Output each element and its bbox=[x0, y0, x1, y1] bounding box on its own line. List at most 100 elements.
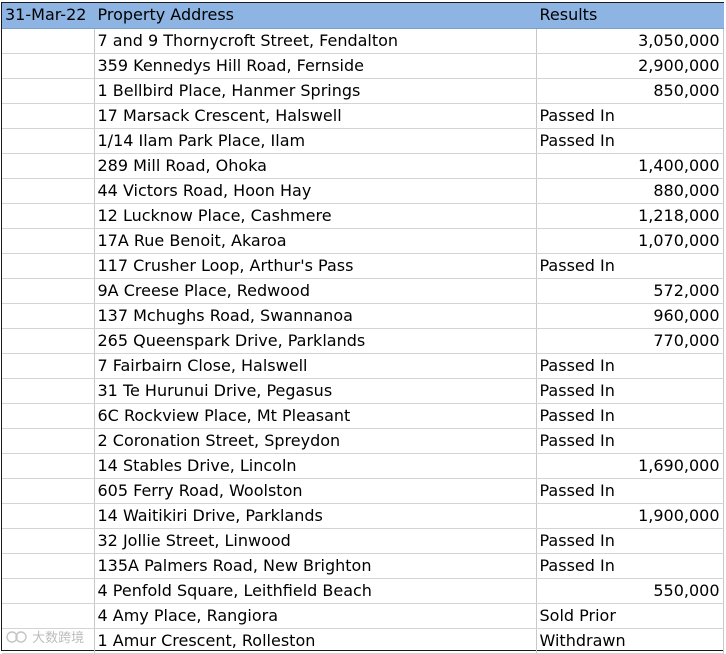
address-header-cell[interactable]: Property Address bbox=[94, 3, 537, 29]
result-cell[interactable]: Sold Prior bbox=[536, 603, 724, 629]
header-row: 31-Mar-22 Property Address Results bbox=[2, 3, 724, 29]
address-cell[interactable]: 17 Marsack Crescent, Halswell bbox=[94, 103, 537, 129]
result-cell[interactable]: Passed In bbox=[536, 528, 724, 554]
result-cell[interactable]: Passed In bbox=[536, 428, 724, 454]
result-cell[interactable]: Passed In bbox=[536, 553, 724, 579]
date-cell[interactable] bbox=[2, 603, 95, 629]
result-cell[interactable]: 1,400,000 bbox=[536, 153, 724, 179]
result-cell[interactable]: Passed In bbox=[536, 403, 724, 429]
table-row: 1 Bellbird Place, Hanmer Springs 850,000 bbox=[2, 78, 724, 104]
address-cell[interactable]: 12 Lucknow Place, Cashmere bbox=[94, 203, 537, 229]
address-cell[interactable]: 1 Bellbird Place, Hanmer Springs bbox=[94, 78, 537, 104]
table-row: 1/14 Ilam Park Place, Ilam Passed In bbox=[2, 128, 724, 154]
table-row: 4 Penfold Square, Leithfield Beach 550,00… bbox=[2, 578, 724, 604]
result-cell[interactable]: 1,690,000 bbox=[536, 453, 724, 479]
date-cell[interactable] bbox=[2, 278, 95, 304]
address-cell[interactable]: 359 Kennedys Hill Road, Fernside bbox=[94, 53, 537, 79]
result-cell[interactable]: Passed In bbox=[536, 103, 724, 129]
date-cell[interactable] bbox=[2, 503, 95, 529]
address-cell[interactable]: 7 and 9 Thornycroft Street, Fendalton bbox=[94, 28, 537, 54]
result-cell[interactable]: 1,900,000 bbox=[536, 503, 724, 529]
result-cell[interactable]: 550,000 bbox=[536, 578, 724, 604]
auction-results-table: 31-Mar-22 Property Address Results 7 and… bbox=[2, 3, 724, 654]
table-row: 44 Victors Road, Hoon Hay 880,000 bbox=[2, 178, 724, 204]
address-cell[interactable]: 135A Palmers Road, New Brighton bbox=[94, 553, 537, 579]
date-cell[interactable] bbox=[2, 353, 95, 379]
date-cell[interactable] bbox=[2, 153, 95, 179]
date-cell[interactable] bbox=[2, 453, 95, 479]
table-row: 605 Ferry Road, Woolston Passed In bbox=[2, 478, 724, 504]
address-cell[interactable]: 31 Te Hurunui Drive, Pegasus bbox=[94, 378, 537, 404]
date-cell[interactable] bbox=[2, 228, 95, 254]
result-cell[interactable]: 572,000 bbox=[536, 278, 724, 304]
result-cell[interactable]: Passed In bbox=[536, 253, 724, 279]
date-cell[interactable] bbox=[2, 203, 95, 229]
result-cell[interactable]: 1,218,000 bbox=[536, 203, 724, 229]
result-cell[interactable]: 850,000 bbox=[536, 78, 724, 104]
address-cell[interactable]: 9A Creese Place, Redwood bbox=[94, 278, 537, 304]
table-row: 9A Creese Place, Redwood 572,000 bbox=[2, 278, 724, 304]
address-cell[interactable]: 117 Crusher Loop, Arthur's Pass bbox=[94, 253, 537, 279]
date-cell[interactable] bbox=[2, 78, 95, 104]
result-cell[interactable]: Passed In bbox=[536, 478, 724, 504]
address-cell[interactable]: 2 Coronation Street, Spreydon bbox=[94, 428, 537, 454]
address-cell[interactable]: 265 Queenspark Drive, Parklands bbox=[94, 328, 537, 354]
result-cell[interactable]: 1,070,000 bbox=[536, 228, 724, 254]
table-row: 7 and 9 Thornycroft Street, Fendalton 3,0… bbox=[2, 28, 724, 54]
date-cell[interactable] bbox=[2, 103, 95, 129]
result-cell[interactable]: 880,000 bbox=[536, 178, 724, 204]
date-cell[interactable] bbox=[2, 178, 95, 204]
address-cell[interactable]: 14 Waitikiri Drive, Parklands bbox=[94, 503, 537, 529]
table-row: 14 Waitikiri Drive, Parklands 1,900,000 bbox=[2, 503, 724, 529]
date-cell[interactable] bbox=[2, 328, 95, 354]
date-cell[interactable] bbox=[2, 128, 95, 154]
result-cell[interactable]: 2,900,000 bbox=[536, 53, 724, 79]
address-cell[interactable]: 4 Amy Place, Rangiora bbox=[94, 603, 537, 629]
date-header-cell[interactable]: 31-Mar-22 bbox=[2, 3, 95, 29]
address-cell[interactable]: 605 Ferry Road, Woolston bbox=[94, 478, 537, 504]
result-cell[interactable]: Passed In bbox=[536, 353, 724, 379]
date-cell[interactable] bbox=[2, 403, 95, 429]
result-cell[interactable]: 770,000 bbox=[536, 328, 724, 354]
date-cell[interactable] bbox=[2, 253, 95, 279]
date-cell[interactable] bbox=[2, 553, 95, 579]
table-row: 31 Te Hurunui Drive, Pegasus Passed In bbox=[2, 378, 724, 404]
results-header-cell[interactable]: Results bbox=[536, 3, 724, 29]
address-cell[interactable]: 17A Rue Benoit, Akaroa bbox=[94, 228, 537, 254]
table-row: 359 Kennedys Hill Road, Fernside 2,900,00… bbox=[2, 53, 724, 79]
table-row: 17A Rue Benoit, Akaroa 1,070,000 bbox=[2, 228, 724, 254]
table-row: 32 Jollie Street, Linwood Passed In bbox=[2, 528, 724, 554]
date-cell[interactable] bbox=[2, 378, 95, 404]
result-cell[interactable]: Withdrawn bbox=[536, 628, 724, 654]
table-row: 17 Marsack Crescent, Halswell Passed In bbox=[2, 103, 724, 129]
table-row: 1 Amur Crescent, Rolleston Withdrawn bbox=[2, 628, 724, 654]
table-row: 117 Crusher Loop, Arthur's Pass Passed In bbox=[2, 253, 724, 279]
address-cell[interactable]: 44 Victors Road, Hoon Hay bbox=[94, 178, 537, 204]
address-cell[interactable]: 289 Mill Road, Ohoka bbox=[94, 153, 537, 179]
date-cell[interactable] bbox=[2, 303, 95, 329]
address-cell[interactable]: 1 Amur Crescent, Rolleston bbox=[94, 628, 537, 654]
date-cell[interactable] bbox=[2, 628, 95, 654]
date-cell[interactable] bbox=[2, 53, 95, 79]
date-cell[interactable] bbox=[2, 528, 95, 554]
result-cell[interactable]: 960,000 bbox=[536, 303, 724, 329]
address-cell[interactable]: 32 Jollie Street, Linwood bbox=[94, 528, 537, 554]
date-cell[interactable] bbox=[2, 478, 95, 504]
table-row: 14 Stables Drive, Lincoln 1,690,000 bbox=[2, 453, 724, 479]
address-cell[interactable]: 1/14 Ilam Park Place, Ilam bbox=[94, 128, 537, 154]
result-cell[interactable]: Passed In bbox=[536, 378, 724, 404]
address-cell[interactable]: 14 Stables Drive, Lincoln bbox=[94, 453, 537, 479]
results-sheet: 31-Mar-22 Property Address Results 7 and… bbox=[1, 2, 724, 654]
date-cell[interactable] bbox=[2, 28, 95, 54]
address-cell[interactable]: 137 Mchughs Road, Swannanoa bbox=[94, 303, 537, 329]
date-cell[interactable] bbox=[2, 578, 95, 604]
address-cell[interactable]: 4 Penfold Square, Leithfield Beach bbox=[94, 578, 537, 604]
date-cell[interactable] bbox=[2, 428, 95, 454]
table-body: 7 and 9 Thornycroft Street, Fendalton 3,0… bbox=[2, 28, 724, 654]
table-row: 265 Queenspark Drive, Parklands 770,000 bbox=[2, 328, 724, 354]
table-row: 7 Fairbairn Close, Halswell Passed In bbox=[2, 353, 724, 379]
result-cell[interactable]: 3,050,000 bbox=[536, 28, 724, 54]
result-cell[interactable]: Passed In bbox=[536, 128, 724, 154]
address-cell[interactable]: 6C Rockview Place, Mt Pleasant bbox=[94, 403, 537, 429]
address-cell[interactable]: 7 Fairbairn Close, Halswell bbox=[94, 353, 537, 379]
